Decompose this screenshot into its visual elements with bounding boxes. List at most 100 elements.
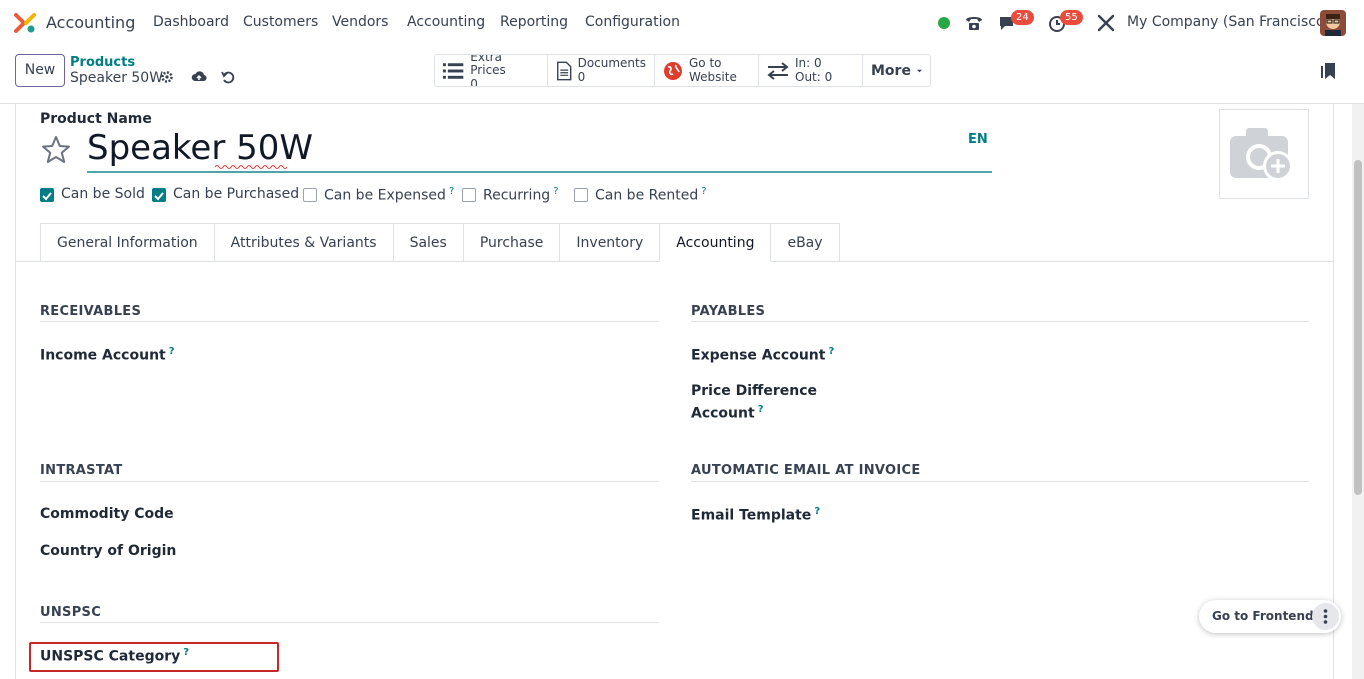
tools-icon[interactable] bbox=[1095, 12, 1117, 34]
intrastat-title: INTRASTAT bbox=[40, 463, 123, 478]
unspsc-title: UNSPSC bbox=[40, 605, 102, 620]
can-be-expensed-checkbox[interactable] bbox=[303, 188, 317, 202]
tab-sales[interactable]: Sales bbox=[392, 223, 464, 262]
control-panel: New Products Speaker 50W Extra Prices 0 bbox=[0, 46, 1364, 104]
help-tooltip[interactable]: ? bbox=[553, 186, 558, 197]
spellcheck-underline bbox=[215, 165, 287, 169]
frontend-options-button[interactable] bbox=[1312, 603, 1339, 630]
receivables-title: RECEIVABLES bbox=[40, 304, 142, 319]
tab-ebay[interactable]: eBay bbox=[770, 223, 840, 262]
out-count: Out: 0 bbox=[795, 70, 833, 84]
phone-icon[interactable] bbox=[963, 12, 985, 34]
in-out-button[interactable]: In: 0 Out: 0 bbox=[759, 55, 863, 86]
bookmark-icon[interactable] bbox=[1321, 62, 1337, 80]
extra-prices-value: 0 bbox=[470, 76, 478, 87]
help-tooltip[interactable]: ? bbox=[828, 346, 834, 357]
price-difference-label-line2: Account? bbox=[691, 404, 764, 422]
help-tooltip[interactable]: ? bbox=[169, 346, 175, 357]
expense-account-label: Expense Account? bbox=[691, 346, 835, 364]
menu-vendors[interactable]: Vendors bbox=[332, 14, 388, 30]
recurring-checkbox[interactable] bbox=[462, 188, 476, 202]
section-divider bbox=[40, 481, 659, 482]
top-navbar: Accounting Dashboard Customers Vendors A… bbox=[0, 0, 1364, 46]
menu-customers[interactable]: Customers bbox=[243, 14, 318, 30]
tab-purchase[interactable]: Purchase bbox=[462, 223, 561, 262]
app-name[interactable]: Accounting bbox=[46, 13, 135, 32]
product-name-input[interactable]: Speaker 50W bbox=[87, 128, 313, 168]
breadcrumb-current: Speaker 50W bbox=[70, 70, 164, 86]
section-divider bbox=[40, 321, 659, 322]
smart-buttons: Extra Prices 0 Documents 0 Go to Website bbox=[434, 54, 931, 87]
checkmark-icon bbox=[42, 192, 52, 201]
documents-button[interactable]: Documents 0 bbox=[548, 55, 655, 86]
extra-prices-button[interactable]: Extra Prices 0 bbox=[435, 55, 548, 86]
help-tooltip[interactable]: ? bbox=[758, 404, 764, 415]
section-divider bbox=[40, 622, 659, 623]
price-difference-label-line1: Price Difference bbox=[691, 383, 818, 399]
go-to-frontend-button[interactable]: Go to Frontend bbox=[1212, 609, 1314, 623]
recurring-label: Recurring? bbox=[483, 186, 559, 204]
more-label: More bbox=[871, 62, 911, 79]
camera-add-icon bbox=[1230, 128, 1293, 181]
star-icon[interactable] bbox=[40, 134, 72, 166]
caret-down-icon bbox=[916, 69, 922, 72]
tab-general-information[interactable]: General Information bbox=[40, 223, 215, 262]
product-name-label: Product Name bbox=[40, 111, 152, 127]
scrollbar-thumb[interactable] bbox=[1354, 160, 1362, 495]
globe-icon bbox=[664, 61, 682, 80]
list-icon bbox=[443, 62, 464, 79]
can-be-sold-label: Can be Sold bbox=[61, 186, 145, 202]
tab-inventory[interactable]: Inventory bbox=[559, 223, 661, 262]
documents-value: 0 bbox=[577, 70, 586, 84]
menu-dashboard[interactable]: Dashboard bbox=[153, 14, 229, 30]
help-tooltip[interactable]: ? bbox=[183, 647, 189, 658]
help-tooltip[interactable]: ? bbox=[814, 506, 820, 517]
activity-badge: 55 bbox=[1060, 10, 1083, 25]
go-to-website-button[interactable]: Go to Website bbox=[655, 55, 759, 86]
company-switcher[interactable]: My Company (San Francisco) bbox=[1127, 14, 1330, 30]
go-to-label: Go to bbox=[689, 56, 722, 70]
can-be-sold-checkbox[interactable] bbox=[40, 188, 54, 202]
automatic-email-title: AUTOMATIC EMAIL AT INVOICE bbox=[691, 463, 921, 478]
notebook-tabs: General Information Attributes & Variant… bbox=[40, 223, 840, 262]
document-icon bbox=[557, 61, 572, 80]
unspsc-category-label: UNSPSC Category? bbox=[40, 647, 190, 665]
language-button[interactable]: EN bbox=[968, 132, 988, 147]
presence-status-dot bbox=[938, 17, 950, 29]
breadcrumb-products[interactable]: Products bbox=[70, 55, 135, 70]
website-label: Website bbox=[689, 70, 737, 84]
new-button[interactable]: New bbox=[15, 54, 65, 87]
country-of-origin-label: Country of Origin bbox=[40, 543, 177, 559]
checkmark-icon bbox=[154, 192, 164, 201]
user-avatar[interactable] bbox=[1320, 10, 1346, 36]
email-template-label: Email Template? bbox=[691, 506, 821, 524]
can-be-rented-checkbox[interactable] bbox=[574, 188, 588, 202]
gear-icon[interactable] bbox=[160, 70, 174, 84]
menu-reporting[interactable]: Reporting bbox=[500, 14, 568, 30]
can-be-purchased-checkbox[interactable] bbox=[152, 188, 166, 202]
menu-accounting[interactable]: Accounting bbox=[407, 14, 485, 30]
can-be-purchased-label: Can be Purchased bbox=[173, 186, 300, 202]
more-button[interactable]: More bbox=[863, 55, 930, 86]
documents-label: Documents bbox=[577, 56, 646, 70]
payables-title: PAYABLES bbox=[691, 304, 766, 319]
app-logo-icon[interactable] bbox=[14, 12, 36, 34]
product-image-field[interactable] bbox=[1219, 109, 1309, 199]
in-count: In: 0 bbox=[795, 56, 822, 70]
menu-configuration[interactable]: Configuration bbox=[585, 14, 680, 30]
transfer-icon bbox=[767, 61, 789, 80]
chat-badge: 24 bbox=[1011, 10, 1034, 25]
tab-attributes-variants[interactable]: Attributes & Variants bbox=[213, 223, 394, 262]
commodity-code-label: Commodity Code bbox=[40, 506, 174, 522]
help-tooltip[interactable]: ? bbox=[701, 186, 706, 197]
product-name-underline bbox=[87, 171, 992, 173]
vertical-dots-icon bbox=[1323, 609, 1328, 624]
cloud-upload-icon[interactable] bbox=[191, 69, 207, 85]
extra-prices-label: Extra Prices bbox=[470, 54, 506, 77]
can-be-expensed-label: Can be Expensed? bbox=[324, 186, 455, 204]
section-divider bbox=[691, 481, 1309, 482]
help-tooltip[interactable]: ? bbox=[449, 186, 454, 197]
tab-accounting[interactable]: Accounting bbox=[659, 223, 772, 262]
can-be-rented-label: Can be Rented? bbox=[595, 186, 707, 204]
discard-icon[interactable] bbox=[220, 69, 236, 85]
